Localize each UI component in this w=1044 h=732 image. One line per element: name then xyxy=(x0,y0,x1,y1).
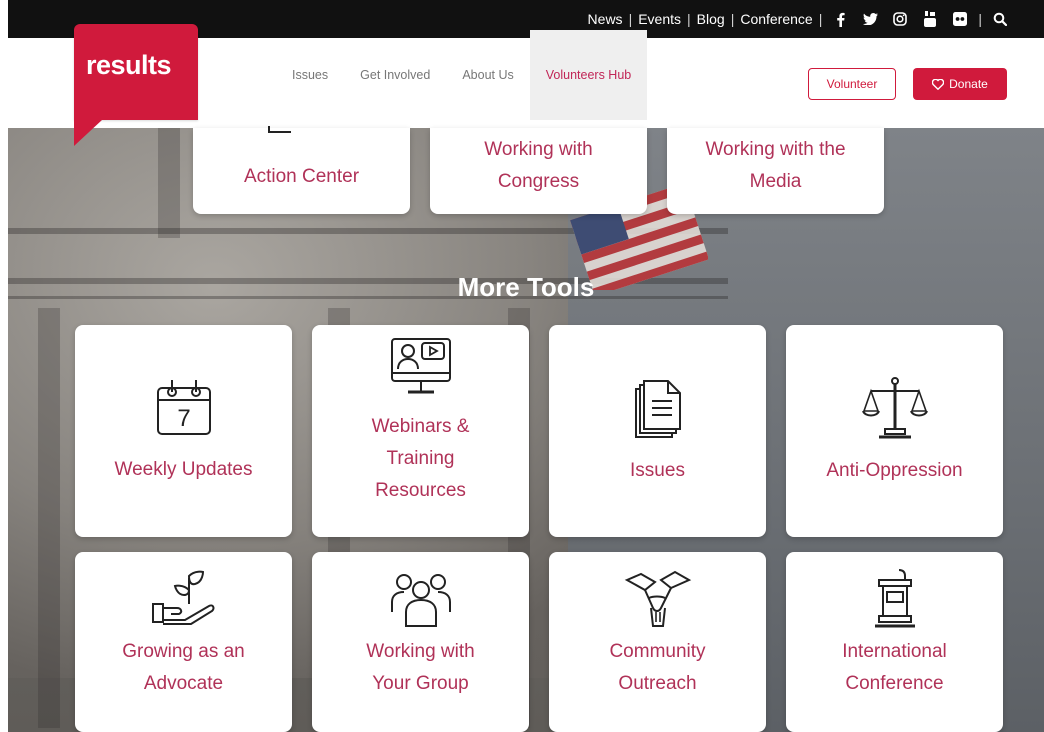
international-conference-card[interactable]: International Conference xyxy=(786,552,1003,732)
joined-hands-icon xyxy=(624,570,691,627)
youtube-icon[interactable] xyxy=(922,11,938,27)
menu-issues[interactable]: Issues xyxy=(276,30,344,120)
blog-link[interactable]: Blog xyxy=(697,11,725,27)
building-column xyxy=(158,128,180,238)
menu-volunteers-hub[interactable]: Volunteers Hub xyxy=(529,30,648,120)
card-label: Working with Congress xyxy=(484,139,593,192)
instagram-icon[interactable] xyxy=(892,11,908,27)
card-label: Community Outreach xyxy=(609,641,706,694)
twitter-icon[interactable] xyxy=(862,11,878,27)
community-outreach-card[interactable]: Community Outreach xyxy=(549,552,766,732)
page-frame: News | Events | Blog | Conference | | Is… xyxy=(8,0,1044,732)
working-with-group-card[interactable]: Working with Your Group xyxy=(312,552,529,732)
webinar-monitor-icon xyxy=(390,338,451,394)
svg-text:7: 7 xyxy=(177,405,190,432)
facebook-icon[interactable] xyxy=(832,11,848,27)
card-label: Action Center xyxy=(243,166,360,187)
flickr-icon[interactable] xyxy=(952,11,968,27)
donate-button[interactable]: Donate xyxy=(913,68,1007,100)
action-center-icon xyxy=(268,126,291,133)
divider: | xyxy=(687,11,691,27)
anti-oppression-card[interactable]: Anti-Oppression xyxy=(786,325,1003,537)
card-label: Working with Your Group xyxy=(366,641,475,694)
building-column xyxy=(38,308,60,728)
hand-sprout-icon xyxy=(151,570,214,625)
card-label: Working with the Media xyxy=(705,139,846,192)
card-label: Anti-Oppression xyxy=(826,460,963,481)
volunteer-button[interactable]: Volunteer xyxy=(808,68,896,100)
divider: | xyxy=(730,11,735,27)
heart-icon xyxy=(932,78,945,90)
news-link[interactable]: News xyxy=(588,11,623,27)
events-link[interactable]: Events xyxy=(638,11,681,27)
more-tools-heading: More Tools xyxy=(457,272,595,302)
group-people-icon xyxy=(390,574,451,627)
webinars-card[interactable]: Webinars & Training Resources xyxy=(312,325,529,537)
issues-card[interactable]: Issues xyxy=(549,325,766,537)
calendar-icon: 7 xyxy=(156,380,211,435)
card-label: Weekly Updates xyxy=(114,459,253,480)
divider: | xyxy=(818,11,823,27)
card-label: Issues xyxy=(630,460,685,481)
documents-icon xyxy=(634,380,681,438)
conference-link[interactable]: Conference xyxy=(740,11,812,27)
working-with-congress-card[interactable]: Working with Congress xyxy=(430,128,647,214)
card-label: Growing as an Advocate xyxy=(122,641,245,694)
podium-icon xyxy=(874,569,915,628)
card-label: International Conference xyxy=(842,641,947,694)
divider: | xyxy=(978,11,982,27)
logo-text: results xyxy=(86,50,172,80)
menu-about-us[interactable]: About Us xyxy=(446,30,529,120)
results-logo[interactable]: results xyxy=(74,24,198,146)
social-icons: | xyxy=(832,11,1008,27)
search-icon[interactable] xyxy=(992,11,1008,27)
action-center-card[interactable]: Action Center xyxy=(193,126,410,214)
donate-label: Donate xyxy=(949,77,988,91)
weekly-updates-card[interactable]: 7 Weekly Updates xyxy=(75,325,292,537)
main-menu: Issues Get Involved About Us Volunteers … xyxy=(276,30,648,128)
growing-advocate-card[interactable]: Growing as an Advocate xyxy=(75,552,292,732)
card-label: Webinars & Training Resources xyxy=(371,416,470,501)
menu-get-involved[interactable]: Get Involved xyxy=(344,30,446,120)
divider: | xyxy=(628,11,633,27)
working-with-media-card[interactable]: Working with the Media xyxy=(667,128,884,214)
scales-icon xyxy=(861,377,928,439)
